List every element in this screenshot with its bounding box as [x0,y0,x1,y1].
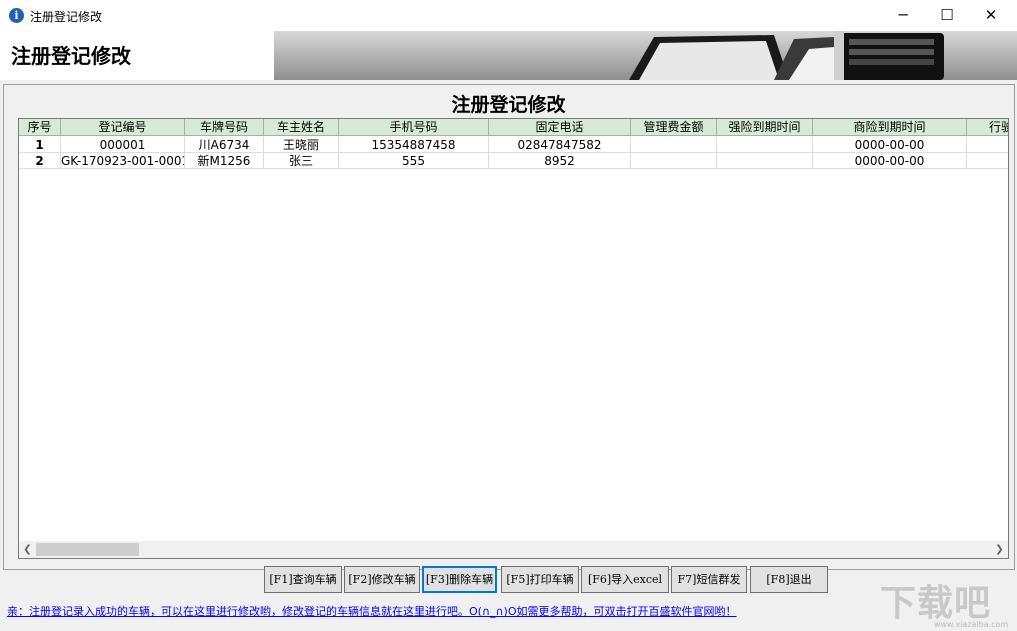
table-cell: 0000-00-00 [813,137,967,153]
table-cell: GK-170923-001-0001 [61,153,185,169]
scroll-right-icon[interactable]: ❯ [991,541,1008,558]
title-bar: i 注册登记修改 ─ ☐ ✕ [0,0,1017,31]
scroll-left-icon[interactable]: ❮ [19,541,36,558]
table-cell [717,153,813,169]
column-header[interactable]: 固定电话 [489,119,631,136]
table-cell: 000001 [61,137,185,153]
table-cell: 张三 [264,153,339,169]
query-vehicle-button[interactable]: [F1]查询车辆 [264,566,342,593]
table-cell [631,153,717,169]
table-cell: 0000-00-00 [813,153,967,169]
exit-button[interactable]: [F8]退出 [750,566,828,593]
watermark-url: www.xiazaiba.com [934,620,1008,629]
table-cell: 8952 [489,153,631,169]
table-header: 序号 登记编号 车牌号码 车主姓名 手机号码 固定电话 管理费金额 强险到期时间… [19,119,1009,136]
computer-illustration [274,31,1017,80]
header-title: 注册登记修改 [11,40,131,69]
table-cell [717,137,813,153]
table-cell: 02847847582 [489,137,631,153]
window-title: 注册登记修改 [30,8,102,25]
table-cell: 15354887458 [339,137,489,153]
table-cell: 新M1256 [185,153,264,169]
column-header[interactable]: 行驶 [967,119,1009,136]
watermark-logo: 下载吧 [880,574,991,626]
info-icon: i [9,8,24,23]
table-cell: 555 [339,153,489,169]
maximize-button[interactable]: ☐ [924,0,970,31]
vehicle-table[interactable]: 序号 登记编号 车牌号码 车主姓名 手机号码 固定电话 管理费金额 强险到期时间… [18,118,1009,559]
column-header[interactable]: 强险到期时间 [717,119,813,136]
horizontal-scrollbar[interactable]: ❮ ❯ [19,541,1008,558]
sms-broadcast-button[interactable]: F7]短信群发 [671,566,747,593]
table-cell [967,153,1009,169]
help-hint-link[interactable]: 亲：注册登记录入成功的车辆，可以在这里进行修改哟，修改登记的车辆信息就在这里进行… [7,603,737,619]
column-header[interactable]: 手机号码 [339,119,489,136]
panel-title: 注册登记修改 [0,90,1017,117]
table-cell: 1 [19,137,61,153]
column-header[interactable]: 登记编号 [61,119,185,136]
table-cell: 2 [19,153,61,169]
print-vehicle-button[interactable]: [F5]打印车辆 [501,566,579,593]
table-cell: 王晓丽 [264,137,339,153]
column-header[interactable]: 管理费金额 [631,119,717,136]
close-button[interactable]: ✕ [968,0,1014,31]
table-row[interactable]: 1 000001 川A6734 王晓丽 15354887458 02847847… [19,137,1009,153]
table-cell [631,137,717,153]
column-header[interactable]: 车主姓名 [264,119,339,136]
column-header[interactable]: 车牌号码 [185,119,264,136]
computer-banner-image [274,31,1017,80]
delete-vehicle-button[interactable]: [F3]删除车辆 [422,566,497,593]
edit-vehicle-button[interactable]: [F2]修改车辆 [344,566,420,593]
table-cell: 川A6734 [185,137,264,153]
minimize-button[interactable]: ─ [880,0,926,31]
import-excel-button[interactable]: [F6]导入excel [581,566,669,593]
table-row[interactable]: 2 GK-170923-001-0001 新M1256 张三 555 8952 … [19,153,1009,169]
scrollbar-thumb[interactable] [36,543,139,556]
column-header[interactable]: 序号 [19,119,61,136]
table-cell [967,137,1009,153]
header: 注册登记修改 [0,31,1017,80]
column-header[interactable]: 商险到期时间 [813,119,967,136]
